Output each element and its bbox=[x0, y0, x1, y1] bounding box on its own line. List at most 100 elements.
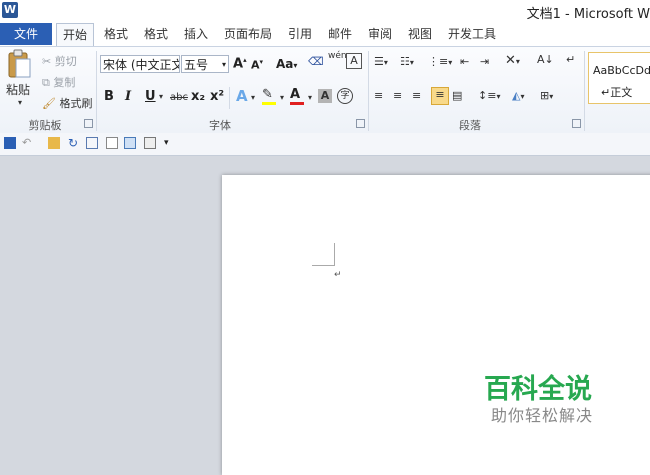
enclose-char-button[interactable]: 字 bbox=[337, 88, 353, 104]
font-size-combo[interactable]: 五号 ▾ bbox=[181, 55, 229, 73]
chinese-layout-icon[interactable]: ✕▾ bbox=[505, 53, 520, 68]
new-doc-icon[interactable] bbox=[106, 137, 118, 149]
paste-button[interactable]: 粘贴 ▾ bbox=[6, 49, 34, 109]
subscript-button[interactable]: x₂ bbox=[191, 89, 205, 104]
style-preview: AaBbCcDdI bbox=[593, 64, 650, 77]
change-case-label: Aa bbox=[276, 57, 294, 71]
tab-review[interactable]: 审阅 bbox=[362, 23, 398, 45]
style-normal-tile[interactable]: AaBbCcDdI ↵正文 bbox=[588, 52, 650, 104]
chevron-down-icon[interactable]: ▾ bbox=[159, 92, 163, 101]
paste-label: 粘贴 bbox=[6, 83, 31, 97]
clear-format-icon[interactable]: ⌫ bbox=[308, 55, 324, 68]
divider bbox=[368, 51, 369, 131]
title-bar: W 文档1 - Microsoft W bbox=[0, 0, 650, 22]
bullet-list-icon: ☰ bbox=[374, 55, 384, 68]
copy-button[interactable]: ⧉ 复制 bbox=[42, 74, 75, 90]
align-right-icon[interactable]: ≡ bbox=[412, 89, 421, 102]
font-color-swatch bbox=[290, 102, 304, 105]
copy-icon: ⧉ bbox=[42, 76, 50, 89]
grow-font-label: A bbox=[233, 56, 244, 72]
font-color-button[interactable]: A bbox=[290, 87, 304, 105]
divider bbox=[584, 51, 585, 131]
superscript-button[interactable]: x² bbox=[210, 89, 224, 104]
phonetic-label: wén bbox=[328, 51, 347, 61]
sort-icon[interactable]: A↓ bbox=[537, 53, 554, 66]
bold-button[interactable]: B bbox=[104, 89, 114, 104]
highlight-button[interactable]: ✎ bbox=[262, 87, 276, 105]
tab-home[interactable]: 开始 bbox=[56, 23, 94, 47]
decrease-indent-icon[interactable]: ⇤ bbox=[460, 55, 469, 68]
clipboard-launcher-icon[interactable] bbox=[84, 119, 93, 128]
tab-insert[interactable]: 插入 bbox=[178, 23, 214, 45]
style-normal-label: ↵正文 bbox=[601, 86, 633, 99]
font-name-combo[interactable]: 宋体 (中文正文) bbox=[100, 55, 180, 73]
paragraph-mark: ↵ bbox=[334, 270, 342, 280]
highlighter-icon: ✎ bbox=[262, 87, 273, 102]
strikethrough-button[interactable]: abc bbox=[170, 92, 188, 103]
italic-button[interactable]: I bbox=[125, 89, 131, 104]
text-effects-button[interactable]: A bbox=[236, 87, 248, 105]
font-color-label: A bbox=[290, 87, 301, 102]
window-title: 文档1 - Microsoft W bbox=[526, 7, 650, 22]
scissors-icon: ✂ bbox=[42, 55, 52, 68]
tab-format-1[interactable]: 格式 bbox=[98, 23, 134, 45]
chevron-down-icon[interactable]: ▾ bbox=[280, 93, 284, 102]
format-painter-button[interactable]: 🖌 格式刷 bbox=[42, 95, 92, 111]
shrink-font-button[interactable]: A▾ bbox=[251, 58, 263, 72]
tab-file[interactable]: 文件 bbox=[0, 23, 52, 45]
ribbon-home: 粘贴 ▾ ✂ 剪切 ⧉ 复制 🖌 格式刷 剪贴板 宋体 (中文正文) 五号 ▾ … bbox=[0, 46, 650, 134]
grow-font-button[interactable]: A▴ bbox=[233, 56, 247, 71]
tab-view[interactable]: 视图 bbox=[402, 23, 438, 45]
quick-access-toolbar: ↶ ↻ ▾ bbox=[0, 133, 650, 156]
redo-icon[interactable]: ↻ bbox=[68, 137, 80, 149]
char-border-button[interactable]: A bbox=[346, 53, 362, 69]
bullets-button[interactable]: ☰▾ bbox=[374, 55, 388, 68]
phonetic-guide-button[interactable]: wén bbox=[328, 51, 347, 61]
align-center-icon[interactable]: ≡ bbox=[393, 89, 402, 102]
paragraph-launcher-icon[interactable] bbox=[572, 119, 581, 128]
justify-icon[interactable]: ≡ bbox=[431, 87, 449, 105]
numbering-button[interactable]: ☷▾ bbox=[400, 55, 414, 68]
open-folder-icon[interactable] bbox=[48, 137, 60, 149]
font-launcher-icon[interactable] bbox=[356, 119, 365, 128]
chevron-down-icon: ▾ bbox=[17, 98, 22, 107]
edit-icon[interactable] bbox=[86, 137, 98, 149]
line-spacing-button[interactable]: ↕≡▾ bbox=[478, 89, 500, 102]
tab-mailings[interactable]: 邮件 bbox=[322, 23, 358, 45]
tab-format-2[interactable]: 格式 bbox=[138, 23, 174, 45]
save-icon[interactable] bbox=[4, 137, 16, 149]
font-group-label: 字体 bbox=[209, 119, 231, 132]
tab-developer[interactable]: 开发工具 bbox=[444, 23, 500, 45]
undo-icon[interactable]: ↶ bbox=[22, 137, 34, 149]
change-case-button[interactable]: Aa▾ bbox=[276, 57, 297, 71]
watermark-subtitle: 助你轻松解决 bbox=[491, 406, 594, 425]
document-page[interactable]: ↵ bbox=[222, 175, 650, 475]
char-shading-button[interactable]: A bbox=[318, 89, 332, 103]
watermark-title: 百科全说 bbox=[484, 374, 592, 405]
align-left-icon[interactable]: ≡ bbox=[374, 89, 383, 102]
borders-button[interactable]: ⊞▾ bbox=[540, 89, 553, 102]
paragraph-mark-icon[interactable]: ↵ bbox=[566, 53, 575, 66]
numbered-list-icon: ☷ bbox=[400, 55, 410, 68]
border-icon: ⊞ bbox=[540, 89, 550, 102]
print-preview-icon[interactable] bbox=[124, 137, 136, 149]
tab-references[interactable]: 引用 bbox=[282, 23, 318, 45]
chevron-down-icon[interactable]: ▾ bbox=[251, 93, 255, 102]
customize-qat-icon[interactable]: ▾ bbox=[164, 137, 176, 149]
ribbon-tabs: 文件 开始 格式 格式 插入 页面布局 引用 邮件 审阅 视图 开发工具 bbox=[0, 22, 650, 47]
chevron-down-icon[interactable]: ▾ bbox=[308, 93, 312, 102]
increase-indent-icon[interactable]: ⇥ bbox=[480, 55, 489, 68]
tab-page-layout[interactable]: 页面布局 bbox=[220, 23, 276, 45]
shrink-font-label: A bbox=[251, 58, 260, 72]
shading-button[interactable]: ◭▾ bbox=[512, 89, 524, 102]
word-logo-icon[interactable]: W bbox=[2, 2, 18, 18]
underline-button[interactable]: U bbox=[145, 89, 156, 104]
clipboard-icon bbox=[8, 49, 31, 78]
distributed-icon[interactable]: ▤ bbox=[452, 89, 462, 102]
multilevel-list-button[interactable]: ⋮≡▾ bbox=[428, 55, 452, 68]
quick-print-icon[interactable] bbox=[144, 137, 156, 149]
copy-label: 复制 bbox=[53, 76, 76, 89]
line-spacing-icon: ↕≡ bbox=[478, 89, 497, 102]
cut-button[interactable]: ✂ 剪切 bbox=[42, 53, 77, 69]
cut-label: 剪切 bbox=[54, 55, 77, 68]
